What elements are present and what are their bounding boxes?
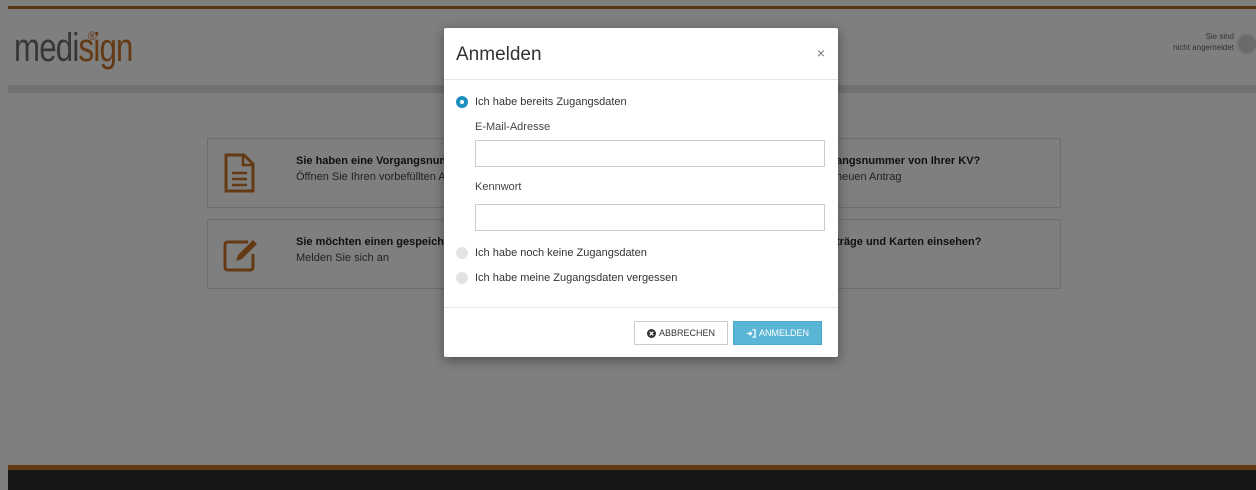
radio-label: Ich habe meine Zugangsdaten vergessen bbox=[475, 272, 678, 284]
radio-forgot-credentials[interactable]: Ich habe meine Zugangsdaten vergessen bbox=[456, 272, 677, 284]
radio-no-credentials[interactable]: Ich habe noch keine Zugangsdaten bbox=[456, 247, 647, 259]
radio-existing-credentials[interactable]: Ich habe bereits Zugangsdaten bbox=[456, 96, 627, 108]
modal-body: Ich habe bereits Zugangsdaten E-Mail-Adr… bbox=[444, 80, 838, 306]
radio-label: Ich habe noch keine Zugangsdaten bbox=[475, 247, 647, 259]
radio-unchecked-icon[interactable] bbox=[456, 272, 468, 284]
radio-checked-icon[interactable] bbox=[456, 96, 468, 108]
radio-label: Ich habe bereits Zugangsdaten bbox=[475, 96, 627, 108]
login-modal: Anmelden × Ich habe bereits Zugangsdaten… bbox=[444, 28, 838, 357]
sign-in-icon bbox=[746, 328, 756, 338]
password-label: Kennwort bbox=[475, 181, 522, 193]
email-label: E-Mail-Adresse bbox=[475, 121, 551, 133]
login-label: ANMELDEN bbox=[758, 328, 809, 338]
cancel-label: ABBRECHEN bbox=[658, 328, 715, 338]
radio-unchecked-icon[interactable] bbox=[456, 247, 468, 259]
email-field[interactable] bbox=[475, 140, 825, 167]
modal-header: Anmelden × bbox=[444, 28, 838, 80]
password-field[interactable] bbox=[475, 204, 825, 231]
modal-title: Anmelden bbox=[456, 44, 542, 65]
login-button[interactable]: ANMELDEN bbox=[733, 321, 822, 345]
cancel-button[interactable]: ABBRECHEN bbox=[634, 321, 728, 345]
modal-footer: ABBRECHEN ANMELDEN bbox=[444, 307, 838, 357]
cancel-circle-icon bbox=[646, 328, 656, 338]
close-icon[interactable]: × bbox=[817, 46, 825, 60]
